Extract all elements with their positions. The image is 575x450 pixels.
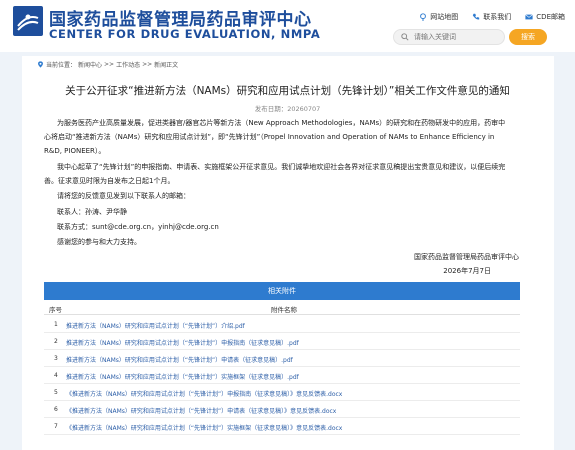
table-row: 6 《推进新方法（NAMs）研究和应用试点计划（“先锋计划”）申请表（征求意见稿… bbox=[44, 401, 520, 418]
search-button[interactable]: 搜索 bbox=[509, 29, 547, 45]
table-row: 7 《推进新方法（NAMs）研究和应用试点计划（“先锋计划”）实施框架（征求意见… bbox=[44, 418, 520, 435]
search-box bbox=[393, 29, 505, 45]
paragraph-line: 心将启动“推进新方法（NAMs）研究和应用试点计划”，即“先锋计划”（Prope… bbox=[44, 133, 495, 141]
column-index: 序号 bbox=[49, 306, 62, 314]
site-title-en: CENTER FOR DRUG EVALUATION, NMPA bbox=[49, 27, 321, 41]
row-number: 5 bbox=[54, 389, 58, 396]
row-number: 3 bbox=[54, 355, 58, 362]
attachments-column-header: 序号 附件名称 bbox=[44, 300, 520, 315]
sitemap-label: 网站地图 bbox=[430, 13, 459, 21]
search-input[interactable] bbox=[414, 33, 494, 41]
column-name: 附件名称 bbox=[271, 306, 297, 314]
table-row: 5 《推进新方法（NAMs）研究和应用试点计划（“先锋计划”）申报指南（征求意见… bbox=[44, 384, 520, 401]
row-number: 7 bbox=[54, 423, 58, 430]
attachments-heading: 相关附件 bbox=[44, 282, 520, 300]
table-row: 3 推进新方法（NAMs）研究和应用试点计划（“先锋计划”）申请表（征求意见稿）… bbox=[44, 350, 520, 367]
paragraph-line: 感谢您的参与和大力支持。 bbox=[57, 238, 141, 246]
paragraph-line: R&D, PIONEER）。 bbox=[44, 147, 106, 155]
paragraph-line: 请将您的反馈意见发到以下联系人的邮箱： bbox=[57, 192, 190, 200]
row-number: 6 bbox=[54, 406, 58, 413]
signature-date: 2026年7月7日 bbox=[443, 267, 491, 275]
signature-org: 国家药品监督管理局药品审评中心 bbox=[414, 253, 519, 261]
attachment-link[interactable]: 《推进新方法（NAMs）研究和应用试点计划（“先锋计划”）申报指南（征求意见稿）… bbox=[66, 389, 342, 398]
breadcrumb-prefix: 当前位置： bbox=[46, 62, 77, 69]
contact-link[interactable]: 联系我们 bbox=[472, 12, 511, 22]
logo-icon[interactable] bbox=[13, 6, 43, 36]
paragraph-line: 善。征求意见时限为自发布之日起1个月。 bbox=[44, 177, 175, 185]
attachment-link[interactable]: 推进新方法（NAMs）研究和应用试点计划（“先锋计划”）实施框架（征求意见稿）.… bbox=[66, 372, 299, 381]
table-row: 2 推进新方法（NAMs）研究和应用试点计划（“先锋计划”）申报指南（征求意见稿… bbox=[44, 333, 520, 350]
row-number: 2 bbox=[54, 338, 58, 345]
paragraph-line: 我中心起草了“先锋计划”的申报指南、申请表、实施框架公开征求意见。我们诚挚地欢迎… bbox=[57, 163, 506, 171]
location-pin-icon bbox=[38, 61, 43, 68]
attachment-link[interactable]: 《推进新方法（NAMs）研究和应用试点计划（“先锋计划”）实施框架（征求意见稿）… bbox=[66, 423, 342, 432]
top-links: 网站地图 联系我们 CDE邮箱 bbox=[419, 12, 565, 22]
row-number: 1 bbox=[54, 321, 58, 328]
mail-icon bbox=[525, 14, 534, 20]
paragraph-line: 为服务医药产业高质量发展，促进类器官/器官芯片等新方法（New Approach… bbox=[57, 119, 506, 127]
search-icon bbox=[401, 33, 409, 41]
breadcrumb: 当前位置： 新闻中心 >> 工作动态 >> 新闻正文 bbox=[37, 60, 178, 69]
table-row: 4 推进新方法（NAMs）研究和应用试点计划（“先锋计划”）实施框架（征求意见稿… bbox=[44, 367, 520, 384]
breadcrumb-work-news[interactable]: 工作动态 bbox=[116, 60, 140, 69]
attachment-link[interactable]: 《推进新方法（NAMs）研究和应用试点计划（“先锋计划”）申请表（征求意见稿）》… bbox=[66, 406, 336, 415]
row-number: 4 bbox=[54, 372, 58, 379]
breadcrumb-current[interactable]: 新闻正文 bbox=[154, 60, 178, 69]
contact-persons: 联系人：孙涛、尹华静 bbox=[57, 208, 127, 216]
phone-icon bbox=[473, 13, 480, 20]
site-header: 国家药品监督管理局药品审评中心 CENTER FOR DRUG EVALUATI… bbox=[0, 0, 575, 52]
mail-label: CDE邮箱 bbox=[536, 13, 565, 21]
attachment-link[interactable]: 推进新方法（NAMs）研究和应用试点计划（“先锋计划”）申请表（征求意见稿）.p… bbox=[66, 355, 293, 364]
breadcrumb-news-center[interactable]: 新闻中心 bbox=[78, 60, 102, 69]
breadcrumb-separator: >> bbox=[104, 61, 115, 68]
table-row: 1 推进新方法（NAMs）研究和应用试点计划（“先锋计划”）介绍.pdf bbox=[44, 316, 520, 333]
mail-link[interactable]: CDE邮箱 bbox=[525, 12, 565, 22]
sitemap-icon bbox=[420, 13, 427, 21]
sitemap-link[interactable]: 网站地图 bbox=[419, 12, 458, 22]
contact-emails: 联系方式：sunt@cde.org.cn，yinhj@cde.org.cn bbox=[57, 223, 219, 231]
attachment-link[interactable]: 推进新方法（NAMs）研究和应用试点计划（“先锋计划”）介绍.pdf bbox=[66, 321, 245, 330]
publish-date: 发布日期：20260707 bbox=[254, 105, 321, 113]
article-title: 关于公开征求“推进新方法（NAMs）研究和应用试点计划（先锋计划）”相关工作文件… bbox=[65, 85, 510, 97]
contact-label: 联系我们 bbox=[483, 13, 512, 21]
attachment-link[interactable]: 推进新方法（NAMs）研究和应用试点计划（“先锋计划”）申报指南（征求意见稿）.… bbox=[66, 338, 299, 347]
breadcrumb-separator: >> bbox=[142, 61, 153, 68]
